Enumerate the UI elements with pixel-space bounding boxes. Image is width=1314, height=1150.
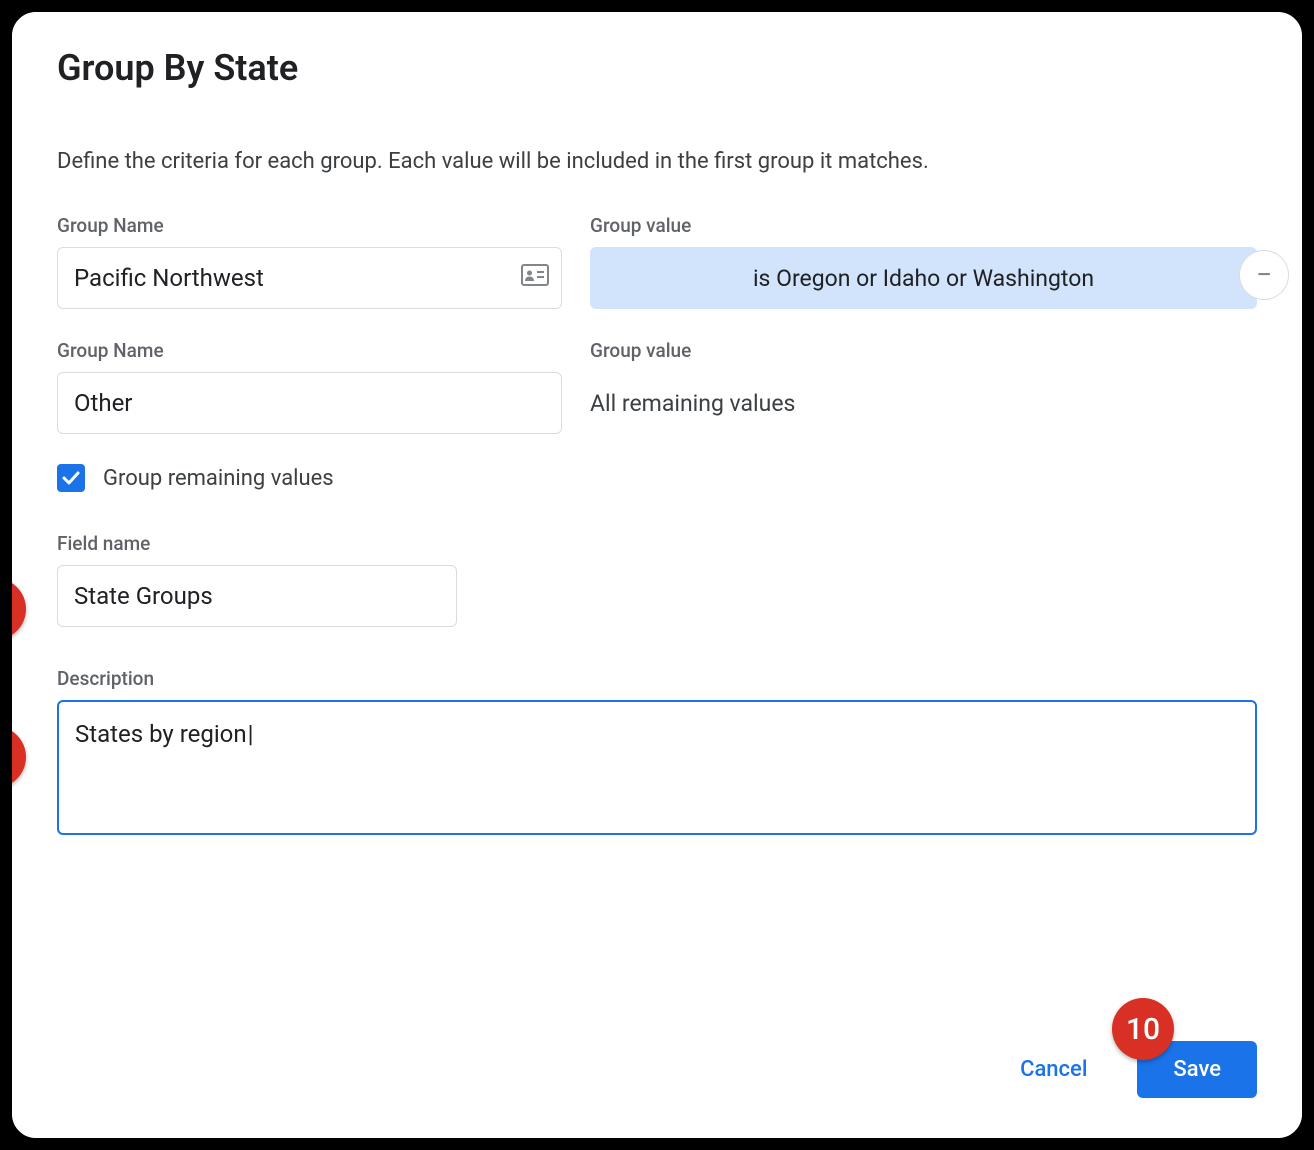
card-id-icon [521, 264, 549, 292]
fieldname-value: State Groups [74, 582, 213, 610]
fieldname-label: Field name [57, 532, 1257, 555]
step-badge-10: 10 [1112, 998, 1174, 1060]
group-name-label: Group Name [57, 339, 562, 362]
group-name-input[interactable]: Other [57, 372, 562, 434]
group-by-dialog: 8 9 10 Group By State Define the criteri… [12, 12, 1302, 1138]
group-name-input[interactable]: Pacific Northwest [57, 247, 562, 309]
add-group-button[interactable]: + [1303, 250, 1308, 300]
group-name-label: Group Name [57, 214, 562, 237]
group-remaining-label: Group remaining values [103, 466, 334, 491]
description-value: States by region [75, 720, 247, 748]
group-row: Group Name Pacific Northwest [57, 214, 1257, 309]
fieldname-block: Field name State Groups [57, 532, 1257, 627]
step-badge-8: 8 [6, 578, 26, 640]
group-row: Group Name Other Group value All remaini… [57, 339, 1257, 434]
group-value-pill[interactable]: is Oregon or Idaho or Washington [590, 247, 1257, 309]
check-icon [61, 468, 81, 488]
group-remaining-checkbox-row: Group remaining values [57, 464, 1257, 492]
step-badge-9: 9 [6, 726, 26, 788]
description-input[interactable]: States by region [57, 700, 1257, 835]
remove-group-button[interactable]: − [1239, 250, 1289, 300]
cancel-button[interactable]: Cancel [1020, 1057, 1087, 1082]
group-value-static: All remaining values [590, 372, 1257, 434]
description-block: Description States by region [57, 667, 1257, 835]
group-value-label: Group value [590, 339, 1257, 362]
group-value-label: Group value [590, 214, 1257, 237]
description-label: Description [57, 667, 1257, 690]
dialog-title: Group By State [57, 47, 1257, 89]
fieldname-input[interactable]: State Groups [57, 565, 457, 627]
group-remaining-checkbox[interactable] [57, 464, 85, 492]
group-value-text: is Oregon or Idaho or Washington [753, 265, 1094, 292]
instructions-text: Define the criteria for each group. Each… [57, 149, 1257, 174]
group-name-value: Pacific Northwest [74, 264, 264, 292]
group-name-value: Other [74, 389, 132, 417]
